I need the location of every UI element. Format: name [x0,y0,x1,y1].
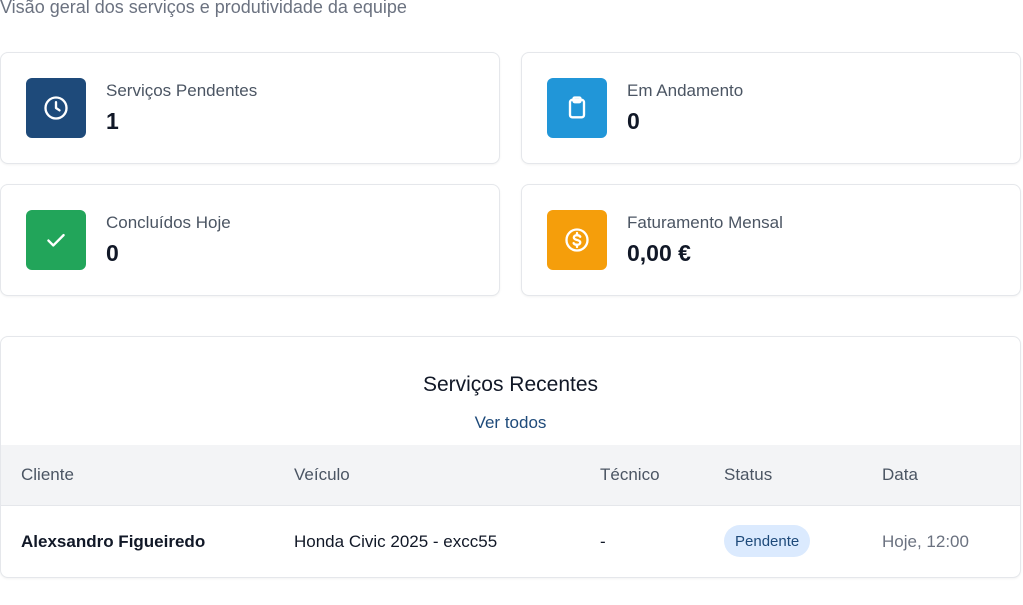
clipboard-icon [547,78,607,138]
cell-technician: - [600,532,606,551]
column-header-client: Cliente [21,465,74,484]
stat-label: Faturamento Mensal [627,213,783,232]
column-header-status: Status [724,465,773,484]
clock-icon [26,78,86,138]
stat-card-in-progress: Em Andamento 0 [521,52,1021,164]
stat-card-completed-today: Concluídos Hoje 0 [0,184,500,296]
see-all-container: Ver todos [1,413,1020,433]
page-subtitle: Visão geral dos serviços e produtividade… [0,0,407,17]
table-row[interactable]: Alexsandro Figueiredo Honda Civic 2025 -… [1,506,1020,577]
dollar-icon [547,210,607,270]
cell-date: Hoje, 12:00 [882,532,969,551]
column-header-technician: Técnico [600,465,660,484]
check-icon [26,210,86,270]
cell-vehicle: Honda Civic 2025 - excc55 [294,532,498,551]
stat-label: Concluídos Hoje [106,213,231,232]
stat-card-monthly-revenue: Faturamento Mensal 0,00 € [521,184,1021,296]
stat-value: 0 [106,240,119,266]
cell-client: Alexsandro Figueiredo [21,532,206,551]
recent-services-panel: Serviços Recentes Ver todos Cliente Veíc… [0,336,1021,578]
stat-label: Serviços Pendentes [106,81,258,100]
stat-card-pending: Serviços Pendentes 1 [0,52,500,164]
see-all-link[interactable]: Ver todos [475,413,547,432]
column-header-vehicle: Veículo [294,465,350,484]
stat-value: 0,00 € [627,240,691,266]
status-badge: Pendente [724,525,811,557]
section-title: Serviços Recentes [422,373,599,396]
stat-label: Em Andamento [627,81,744,100]
column-header-date: Data [882,465,918,484]
stat-value: 0 [627,108,640,134]
stat-value: 1 [106,108,119,134]
table-header: Cliente Veículo Técnico Status Data [1,445,1020,506]
